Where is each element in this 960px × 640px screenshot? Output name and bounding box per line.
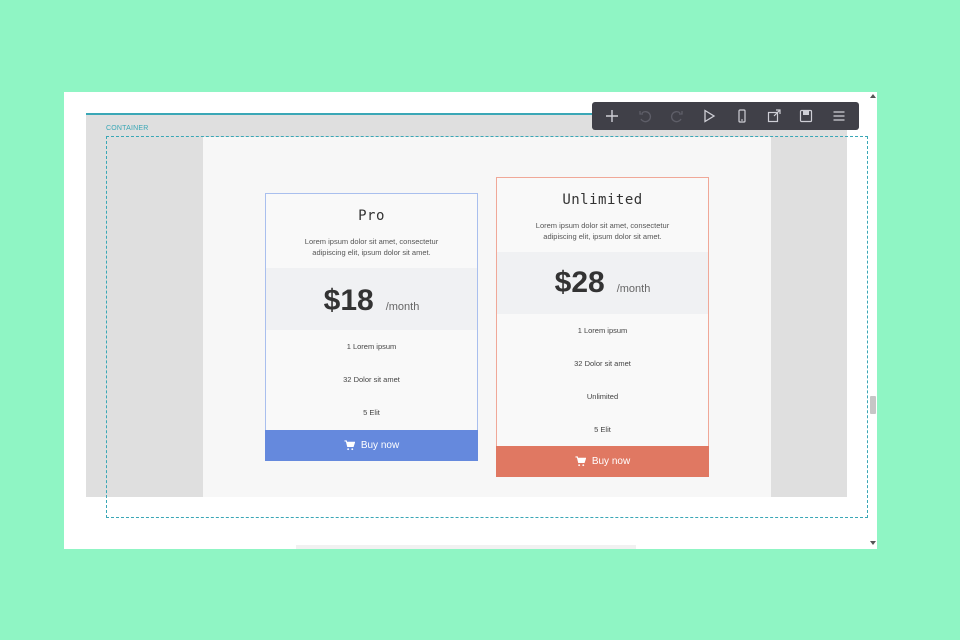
mobile-icon (738, 109, 746, 123)
vertical-scrollbar[interactable] (869, 92, 877, 549)
undo-button[interactable] (633, 104, 657, 128)
card-description: Lorem ipsum dolor sit amet, consectetur … (304, 237, 439, 257)
scroll-down-arrow-icon[interactable] (870, 541, 876, 545)
bottom-panel-strip (296, 545, 636, 549)
card-description: Lorem ipsum dolor sit amet, consectetur … (535, 221, 670, 241)
buy-now-label: Buy now (591, 456, 631, 467)
buy-now-button[interactable]: Buy now (496, 446, 709, 477)
redo-icon (670, 111, 683, 123)
scrollbar-thumb[interactable] (870, 396, 876, 414)
feature-item: 32 Dolor sit amet (343, 375, 400, 384)
price-period: /month (616, 283, 651, 295)
card-title: Pro (358, 208, 385, 224)
cart-icon (575, 456, 586, 467)
redo-button[interactable] (665, 104, 689, 128)
menu-icon (833, 111, 845, 121)
card-title: Unlimited (562, 192, 643, 208)
external-link-icon (767, 109, 781, 123)
buy-now-button[interactable]: Buy now (265, 430, 478, 461)
save-icon (800, 109, 813, 123)
play-icon (704, 109, 716, 123)
menu-button[interactable] (827, 104, 851, 128)
plus-icon (606, 110, 619, 122)
pricing-card-unlimited[interactable]: Unlimited Lorem ipsum dolor sit amet, co… (496, 177, 709, 477)
export-button[interactable] (762, 104, 786, 128)
cart-icon (344, 440, 355, 451)
price-period: /month (385, 301, 420, 313)
feature-item: 5 Elit (363, 408, 380, 417)
price-amount: $28 (554, 266, 605, 299)
mobile-view-button[interactable] (730, 104, 754, 128)
save-button[interactable] (794, 104, 818, 128)
pricing-card-pro[interactable]: Pro Lorem ipsum dolor sit amet, consecte… (265, 193, 478, 461)
container-selection-outline (106, 136, 868, 518)
container-label: CONTAINER (106, 125, 149, 132)
add-button[interactable] (600, 104, 624, 128)
feature-item: 32 Dolor sit amet (574, 359, 631, 368)
feature-item: 1 Lorem ipsum (577, 326, 628, 335)
scroll-up-arrow-icon[interactable] (870, 94, 876, 98)
editor-toolbar (592, 102, 859, 130)
preview-button[interactable] (697, 104, 721, 128)
feature-item: 5 Elit (594, 425, 611, 434)
undo-icon (638, 111, 651, 123)
price-box: $18 /month (266, 268, 477, 330)
price-amount: $18 (323, 284, 374, 317)
feature-item: 1 Lorem ipsum (346, 342, 397, 351)
buy-now-label: Buy now (360, 440, 400, 451)
price-box: $28 /month (497, 252, 708, 314)
feature-item: Unlimited (586, 392, 619, 401)
